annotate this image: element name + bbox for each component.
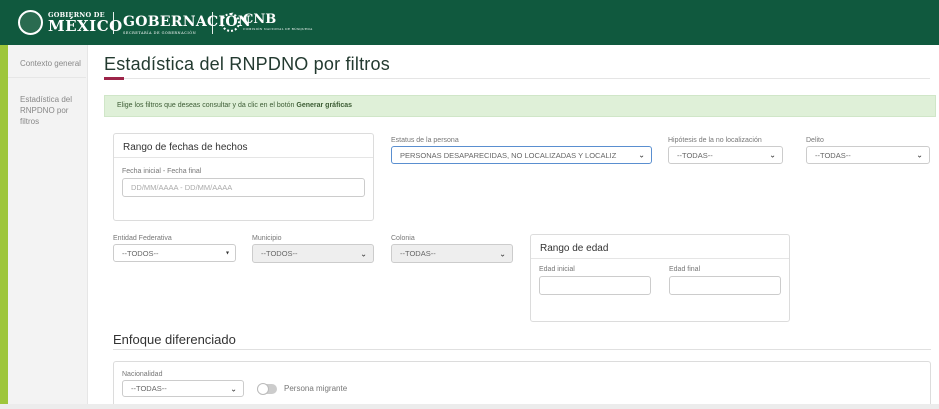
nacionalidad-value: --TODAS-- (131, 384, 167, 393)
sidebar: Contexto general Estadística del RNPDNO … (8, 45, 88, 409)
estatus-label: Estatus de la persona (391, 137, 459, 144)
edad-final-input[interactable] (669, 276, 781, 295)
title-divider (104, 78, 930, 79)
hipotesis-label: Hipótesis de la no localización (668, 137, 762, 144)
colonia-select[interactable]: --TODAS-- ⌄ (391, 244, 513, 263)
colonia-value: --TODAS-- (400, 249, 436, 258)
chevron-down-icon: ⌄ (638, 150, 645, 160)
mexico-seal-icon (18, 10, 43, 35)
info-alert: Elige los filtros que deseas consultar y… (104, 95, 936, 117)
cnb-sub: COMISIÓN NACIONAL DE BÚSQUEDA (243, 27, 313, 31)
enfoque-divider (113, 349, 931, 350)
hipotesis-select[interactable]: --TODAS-- ⌄ (668, 146, 783, 164)
age-range-panel: Rango de edad Edad inicial Edad final (530, 234, 790, 322)
persona-migrante-label: Persona migrante (284, 384, 348, 393)
entidad-label: Entidad Federativa (113, 235, 172, 242)
hipotesis-value: --TODAS-- (677, 150, 713, 160)
delito-select[interactable]: --TODAS-- ⌄ (806, 146, 930, 164)
alert-bold: Generar gráficas (296, 102, 353, 109)
age-range-title: Rango de edad (531, 235, 789, 259)
edad-final-label: Edad final (669, 266, 701, 273)
entidad-value: --TODOS-- (122, 248, 159, 258)
entidad-select[interactable]: --TODOS-- ▾ (113, 244, 236, 262)
date-range-panel: Rango de fechas de hechos Fecha inicial … (113, 133, 374, 221)
page-bottom-strip (0, 404, 939, 409)
enfoque-title: Enfoque diferenciado (113, 332, 236, 347)
cnb-emblem-icon (221, 13, 240, 32)
chevron-down-icon: ⌄ (916, 150, 923, 160)
header-divider (113, 12, 114, 34)
chevron-down-icon: ⌄ (360, 249, 367, 258)
date-range-placeholder: DD/MM/AAAA - DD/MM/AAAA (131, 183, 233, 192)
title-accent (104, 77, 124, 80)
chevron-down-icon: ⌄ (230, 384, 237, 393)
delito-label: Delito (806, 137, 824, 144)
logo-gob-big: MÉXICO (48, 16, 123, 35)
page-title: Estadística del RNPDNO por filtros (104, 54, 390, 74)
gobierno-mexico-logo[interactable]: GOBIERNO DE MÉXICO (48, 12, 123, 34)
chevron-down-icon: ▾ (225, 250, 229, 257)
estatus-select[interactable]: PERSONAS DESAPARECIDAS, NO LOCALIZADAS Y… (391, 146, 652, 164)
chevron-down-icon: ⌄ (769, 150, 776, 160)
date-range-title: Rango de fechas de hechos (114, 134, 373, 158)
sidebar-item-estadistica[interactable]: Estadística del RNPDNO por filtros (8, 78, 86, 127)
nacionalidad-label: Nacionalidad (122, 371, 163, 378)
colonia-label: Colonia (391, 235, 415, 242)
chevron-down-icon: ⌄ (499, 249, 506, 258)
persona-migrante-toggle[interactable] (257, 383, 277, 395)
cnb-text: CNB (243, 12, 277, 27)
edad-inicial-label: Edad inicial (539, 266, 575, 273)
left-accent-stripe (0, 45, 8, 409)
date-range-label: Fecha inicial - Fecha final (122, 168, 202, 175)
alert-text: Elige los filtros que deseas consultar y… (117, 102, 297, 109)
nacionalidad-select[interactable]: --TODAS-- ⌄ (122, 380, 244, 397)
sidebar-item-contexto[interactable]: Contexto general (8, 45, 86, 78)
delito-value: --TODAS-- (815, 150, 851, 160)
cnb-logo[interactable]: CNB COMISIÓN NACIONAL DE BÚSQUEDA (243, 12, 313, 31)
municipio-label: Municipio (252, 235, 282, 242)
municipio-select[interactable]: --TODOS-- ⌄ (252, 244, 374, 263)
edad-inicial-input[interactable] (539, 276, 651, 295)
estatus-value: PERSONAS DESAPARECIDAS, NO LOCALIZADAS Y… (400, 150, 617, 160)
header-divider (212, 12, 213, 34)
municipio-value: --TODOS-- (261, 249, 298, 258)
date-range-input[interactable]: DD/MM/AAAA - DD/MM/AAAA (122, 178, 365, 197)
